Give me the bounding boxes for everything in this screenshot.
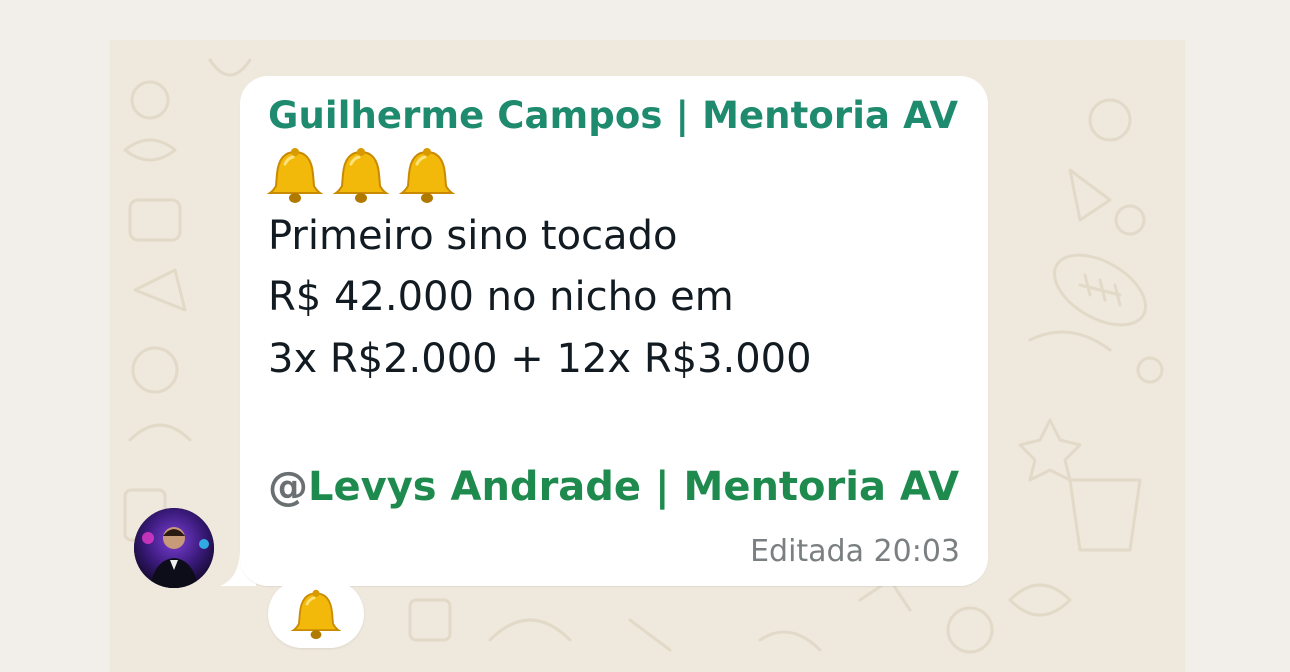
message-line: Primeiro sino tocado bbox=[268, 213, 678, 259]
chat-screen: Guilherme Campos | Mentoria AV Primeiro … bbox=[0, 0, 1290, 672]
message-line: R$ 42.000 no nicho em bbox=[268, 274, 734, 320]
user-mention[interactable]: @Levys Andrade | Mentoria AV bbox=[268, 464, 959, 510]
mention-at-sign: @ bbox=[268, 464, 308, 510]
bell-icon bbox=[266, 148, 324, 203]
reaction-badge[interactable] bbox=[268, 580, 364, 648]
message-meta: Editada 20:03 bbox=[750, 534, 960, 569]
bell-icon bbox=[290, 589, 342, 640]
mention-name[interactable]: Levys Andrade | Mentoria AV bbox=[308, 464, 959, 510]
sender-name[interactable]: Guilherme Campos | Mentoria AV bbox=[268, 94, 958, 137]
bell-icon bbox=[398, 148, 456, 203]
message-line: 3x R$2.000 + 12x R$3.000 bbox=[268, 336, 812, 382]
avatar-image bbox=[134, 508, 214, 588]
bell-icon bbox=[332, 148, 390, 203]
sender-avatar[interactable] bbox=[134, 508, 214, 588]
bell-emoji-row bbox=[266, 146, 456, 204]
edited-label: Editada bbox=[750, 534, 864, 569]
message-time: 20:03 bbox=[873, 534, 960, 569]
